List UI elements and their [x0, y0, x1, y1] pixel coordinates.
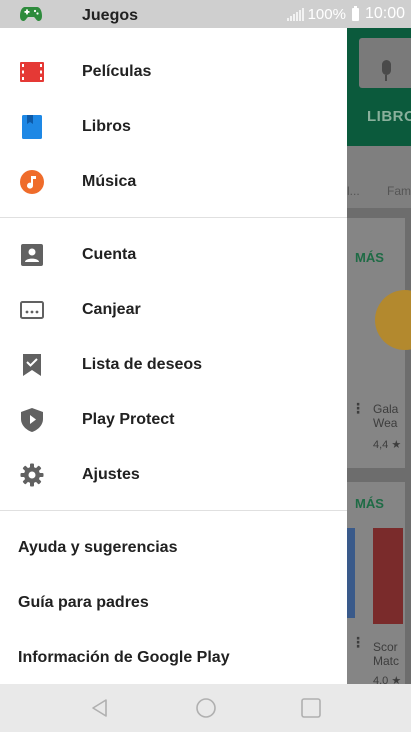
background-card-2-title: Scor: [373, 640, 398, 654]
home-circle-icon[interactable]: [194, 696, 218, 720]
drawer-item-cuenta[interactable]: Cuenta: [0, 227, 347, 282]
background-app-scrim[interactable]: LIBRO l... Fam MÁS ⋮ Gala Wea 4,4 ★ MÁS …: [347, 28, 411, 684]
music-note-icon: [20, 169, 44, 194]
status-indicators: 100% 10:00: [286, 4, 405, 24]
microphone-icon: [379, 60, 393, 84]
signal-strength-icon: [286, 7, 304, 21]
drawer-item-label: Play Protect: [82, 410, 175, 428]
movie-film-icon: [20, 60, 44, 84]
background-card-2-subtitle: Matc: [373, 654, 400, 668]
background-more-link-2: MÁS: [355, 496, 384, 511]
drawer-item-lista-de-deseos[interactable]: Lista de deseos: [0, 337, 347, 392]
background-card-1-subtitle: Wea: [373, 416, 398, 430]
background-category-right: Fam: [387, 184, 411, 198]
recents-square-icon[interactable]: [299, 696, 323, 720]
drawer-item-label: Lista de deseos: [82, 355, 203, 373]
drawer-item-label: Libros: [82, 117, 131, 135]
drawer-item-play-protect[interactable]: Play Protect: [0, 392, 347, 447]
battery-icon: [351, 5, 359, 21]
drawer-item-label: Canjear: [82, 300, 141, 318]
background-search-bar: [359, 38, 411, 88]
navigation-drawer: Películas Libros Música Cuenta Canjear L…: [0, 28, 347, 684]
book-icon: [20, 114, 44, 139]
drawer-divider: [0, 510, 347, 511]
gamepad-icon: [20, 6, 42, 27]
drawer-item-peliculas[interactable]: Películas: [0, 44, 347, 99]
background-app-thumbnail-2: [373, 528, 403, 624]
drawer-item-label: Información de Google Play: [18, 648, 230, 666]
drawer-item-ajustes[interactable]: Ajustes: [0, 447, 347, 502]
clock: 10:00: [364, 5, 405, 22]
drawer-item-label: Ajustes: [82, 465, 140, 483]
background-category-strip: l... Fam: [347, 146, 411, 208]
drawer-item-label: Juegos: [82, 7, 139, 24]
background-app-header: LIBRO: [347, 28, 411, 146]
background-card-1-rating: 4,4 ★: [373, 439, 402, 451]
background-more-link-1: MÁS: [355, 250, 384, 265]
drawer-item-label: Películas: [82, 62, 152, 80]
system-navigation-bar: [0, 684, 411, 732]
drawer-item-label: Cuenta: [82, 245, 137, 263]
shield-play-icon: [20, 407, 44, 432]
background-category-left: l...: [347, 184, 360, 198]
background-tab-books: LIBRO: [367, 108, 411, 125]
drawer-item-ayuda[interactable]: Ayuda y sugerencias: [0, 520, 347, 575]
more-vertical-icon: ⋮: [351, 400, 365, 416]
drawer-item-label: Música: [82, 172, 137, 190]
background-card-1-title: Gala: [373, 402, 399, 416]
account-box-icon: [20, 243, 44, 267]
wishlist-bookmark-icon: [20, 353, 44, 377]
background-app-thumbnail-1: [347, 528, 355, 618]
battery-percentage: 100%: [307, 5, 346, 23]
gear-icon: [20, 463, 44, 487]
back-triangle-icon[interactable]: [88, 696, 112, 720]
drawer-item-label: Ayuda y sugerencias: [18, 538, 178, 556]
drawer-item-informacion[interactable]: Información de Google Play: [0, 630, 347, 684]
drawer-item-label: Guía para padres: [18, 593, 149, 611]
drawer-item-libros[interactable]: Libros: [0, 99, 347, 154]
more-vertical-icon: ⋮: [351, 634, 365, 650]
drawer-item-musica[interactable]: Música: [0, 154, 347, 209]
drawer-divider: [0, 217, 347, 218]
drawer-item-guia-padres[interactable]: Guía para padres: [0, 575, 347, 630]
background-card-2-rating: 4,0 ★: [373, 675, 402, 684]
status-bar: Juegos 100% 10:00: [0, 0, 411, 28]
drawer-item-canjear[interactable]: Canjear: [0, 282, 347, 337]
redeem-card-icon: [20, 298, 44, 322]
